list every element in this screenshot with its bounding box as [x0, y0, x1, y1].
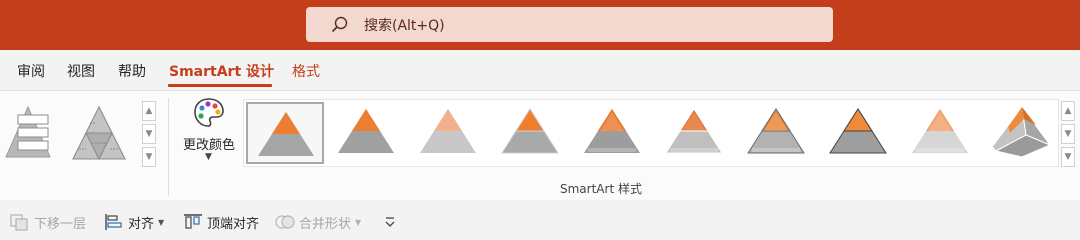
smartart-style-6[interactable] [656, 101, 734, 165]
styles-scroll-down-button[interactable]: ▼ [1061, 124, 1075, 144]
tab-format[interactable]: 格式 [292, 61, 320, 81]
align-top-icon [184, 214, 202, 229]
change-colors-label: 更改颜色 [182, 138, 235, 153]
smartart-style-8[interactable] [820, 101, 898, 165]
search-placeholder: 搜索(Alt+Q) [364, 17, 445, 34]
pyramid-thumbnail [584, 109, 640, 153]
pyramid-thumbnail [829, 108, 887, 154]
group-separator [168, 98, 169, 196]
send-backward-icon [10, 214, 28, 231]
send-backward-label: 下移一层 [34, 216, 87, 232]
search-box[interactable]: 搜索(Alt+Q) [306, 7, 833, 42]
pyramid-thumbnail [665, 108, 723, 154]
pyramid-thumbnail [747, 108, 805, 154]
pyramid-thumbnail [258, 112, 314, 156]
smartart-style-1[interactable] [246, 102, 324, 164]
layout-gallery-more-button[interactable]: ▼ [142, 147, 156, 167]
smartart-style-3[interactable] [410, 101, 488, 165]
pyramid-thumbnail [991, 105, 1052, 158]
align-left-icon [105, 214, 122, 230]
layout-scroll-up-button[interactable]: ▲ [142, 101, 156, 121]
smartart-style-9[interactable] [902, 101, 980, 165]
overflow-chevron-icon [385, 217, 395, 227]
smartart-styles-group-label: SmartArt 样式 [560, 182, 642, 196]
chevron-down-icon: ▼ [205, 152, 212, 162]
smartart-style-10[interactable] [984, 101, 1062, 165]
pyramid-thumbnail [912, 109, 968, 153]
tab-view[interactable]: 视图 [67, 61, 95, 81]
pyramid-thumbnail [501, 108, 559, 154]
smartart-style-5[interactable] [574, 101, 652, 165]
align-label: 对齐 [128, 216, 155, 232]
align-button[interactable]: 对齐 ▼ [104, 212, 164, 232]
merge-shapes-button[interactable]: 合并形状 ▼ [275, 212, 361, 232]
pyramid-thumbnail [420, 109, 476, 153]
smartart-style-7[interactable] [738, 101, 816, 165]
tab-review[interactable]: 审阅 [17, 61, 45, 81]
styles-scroll-up-button[interactable]: ▲ [1061, 101, 1075, 121]
toolbar-overflow-button[interactable] [383, 212, 401, 232]
layout-thumbnail-segmented-pyramid[interactable] [70, 101, 128, 163]
chevron-down-icon: ▼ [355, 217, 362, 227]
change-colors-button[interactable]: 更改颜色 ▼ [176, 96, 242, 186]
align-top-label: 顶端对齐 [207, 216, 260, 232]
chevron-down-icon: ▼ [158, 217, 165, 227]
tab-help[interactable]: 帮助 [118, 61, 146, 81]
styles-gallery-more-button[interactable]: ▼ [1061, 147, 1075, 167]
merge-shapes-label: 合并形状 [299, 216, 352, 232]
tab-smartart-design[interactable]: SmartArt 设计 [169, 61, 274, 81]
title-bar: 搜索(Alt+Q) [0, 0, 1080, 50]
active-tab-indicator [168, 84, 272, 87]
merge-shapes-icon [275, 215, 295, 229]
layout-scroll-down-button[interactable]: ▼ [142, 124, 156, 144]
send-backward-button[interactable]: 下移一层 [10, 212, 86, 232]
search-icon [331, 16, 348, 32]
pyramid-thumbnail [338, 109, 394, 153]
align-top-button[interactable]: 顶端对齐 [183, 212, 259, 232]
layout-thumbnail-pyramid-list[interactable] [0, 101, 58, 163]
smartart-style-2[interactable] [328, 101, 406, 165]
smartart-style-4[interactable] [492, 101, 570, 165]
ribbon-tab-bar [0, 50, 1080, 90]
palette-icon [194, 98, 224, 127]
